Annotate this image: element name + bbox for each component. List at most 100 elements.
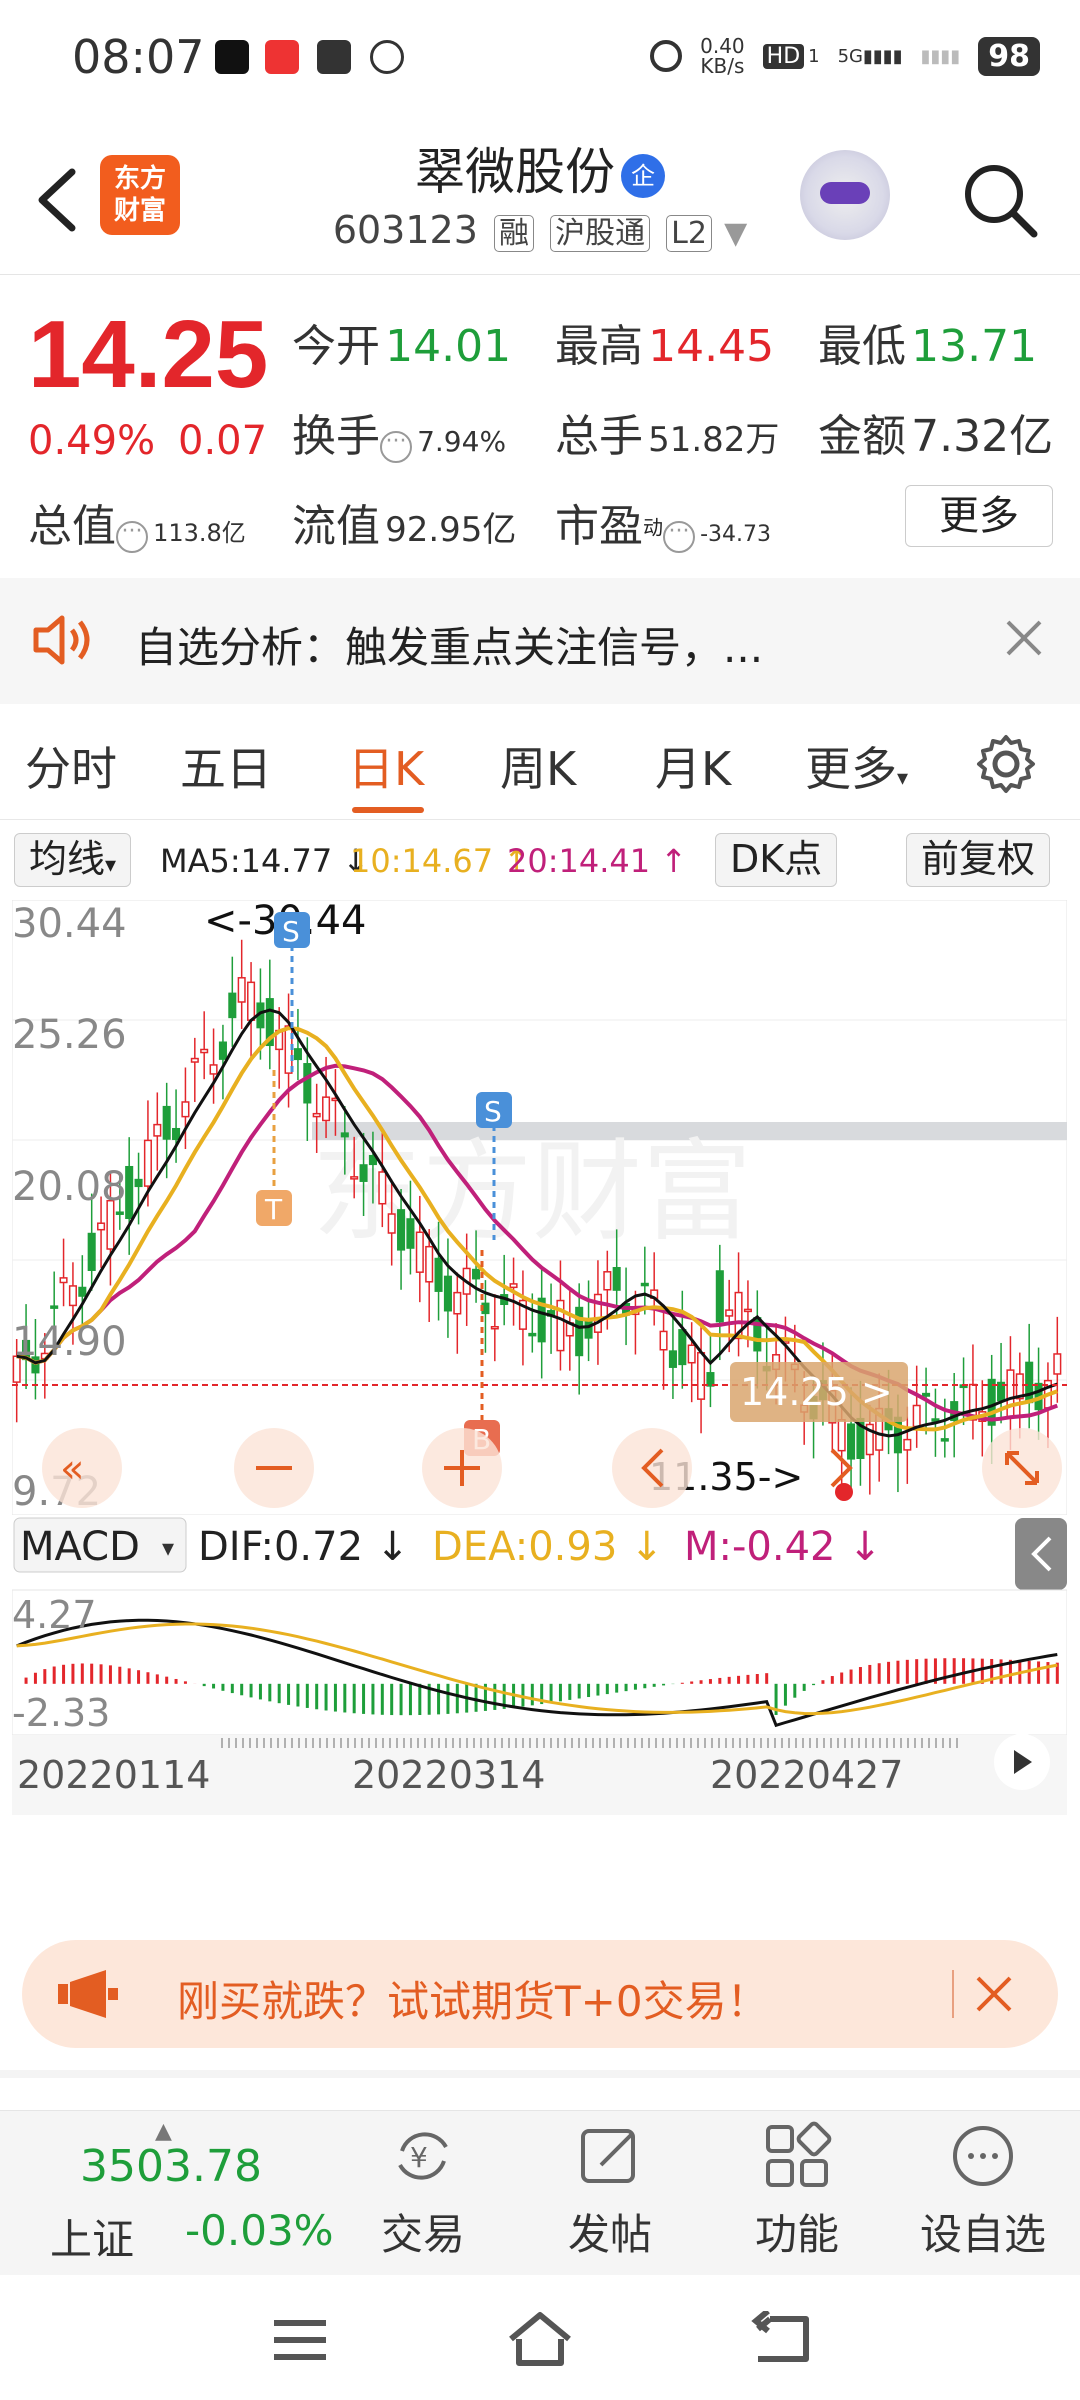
adjust-button[interactable]: 前复权	[906, 833, 1051, 887]
candle-body	[509, 1283, 518, 1289]
tab-more-label: 更多	[805, 742, 897, 796]
edit-icon	[581, 2129, 635, 2183]
kline-svg: 东方财富 30.44 25.26 20.08 14.90 9.72 <-30.4…	[11, 898, 1068, 1815]
nav-post[interactable]: 发帖	[535, 2121, 685, 2262]
candle-body	[406, 1218, 415, 1249]
watermark: 东方财富	[312, 1128, 752, 1256]
gear-icon[interactable]	[975, 733, 1037, 795]
collapse-panel-button[interactable]	[1015, 1518, 1067, 1590]
stock-code-line[interactable]: 603123 融 沪股通 L2 ▼	[0, 208, 1080, 252]
stock-title: 翠微股份企	[0, 132, 1080, 204]
candle-body	[359, 1164, 368, 1182]
date-label-1: 20220114	[17, 1753, 210, 1797]
candle-body	[678, 1329, 687, 1366]
home-icon[interactable]	[505, 2309, 575, 2369]
candle-body	[181, 1101, 190, 1118]
step-left-button[interactable]	[612, 1428, 692, 1508]
tab-weekly-k[interactable]: 周K	[500, 733, 576, 799]
info-dots-icon[interactable]: ···	[380, 430, 412, 463]
amount-value: 7.32亿	[911, 411, 1054, 462]
tab-five-day[interactable]: 五日	[180, 733, 272, 799]
battery-indicator: 98	[978, 36, 1040, 76]
sell-signal-text: S	[282, 915, 300, 948]
change-percent: 0.49%	[28, 418, 156, 464]
candle-body	[172, 1127, 181, 1141]
nav-functions[interactable]: 功能	[722, 2121, 872, 2262]
volume-label: 总手	[555, 411, 643, 462]
candle-body	[87, 1232, 96, 1271]
pe-field: 市盈动 ··· -34.73	[555, 490, 771, 554]
menu-icon[interactable]	[270, 2315, 330, 2365]
amount-field: 金额 7.32亿	[818, 400, 1053, 464]
nav-trade[interactable]: ¥ 交易	[348, 2121, 498, 2262]
close-icon[interactable]	[1000, 614, 1048, 662]
turnover-value: 7.94%	[417, 425, 507, 458]
last-price: 14.25	[28, 301, 269, 408]
candle-body	[190, 1057, 199, 1063]
nav-add-watchlist-label: 设自选	[919, 2210, 1046, 2259]
candle-body	[903, 1438, 912, 1451]
candle-body	[1053, 1353, 1062, 1375]
back-icon[interactable]	[750, 2311, 812, 2367]
pe-label: 市盈	[555, 501, 643, 552]
y-label-2: 25.26	[12, 1012, 127, 1058]
dif-value: DIF:0.72 ↓	[198, 1524, 409, 1570]
macd-bottom-label: -2.33	[12, 1691, 110, 1735]
macd-title: MACD	[20, 1524, 140, 1570]
analysis-notice[interactable]: 自选分析：触发重点关注信号，...	[0, 578, 1080, 704]
ma-selector[interactable]: 均线▾	[14, 833, 132, 887]
close-icon[interactable]	[972, 1972, 1016, 2016]
net-speed: 0.40 KB/s	[700, 36, 745, 76]
stock-header: 东方 财富 翠微股份企 603123 融 沪股通 L2 ▼	[0, 120, 1080, 275]
tab-more[interactable]: 更多▾	[805, 733, 908, 799]
candle-body	[162, 1105, 171, 1140]
candle-body	[68, 1285, 77, 1307]
nav-post-label: 发帖	[567, 2210, 652, 2259]
pe-value: -34.73	[700, 522, 772, 547]
index-value[interactable]: 3503.78	[80, 2141, 262, 2192]
ma5-value: MA5:14.77 ↓	[160, 842, 370, 880]
candle-body	[1006, 1369, 1015, 1418]
open-label: 今开	[292, 321, 380, 372]
tab-daily-k[interactable]: 日K	[348, 733, 424, 799]
signal2-icon: ▮▮▮▮	[920, 45, 961, 67]
stock-code: 603123	[332, 208, 478, 252]
turnover-label: 换手	[292, 411, 380, 462]
info-dots-icon[interactable]: ···	[663, 520, 695, 553]
nav-add-watchlist[interactable]: 设自选	[908, 2121, 1058, 2262]
info-dots-icon[interactable]: ···	[116, 520, 148, 553]
candle-body	[912, 1404, 921, 1428]
candle-body	[378, 1171, 387, 1205]
signal-label: 5G	[837, 45, 863, 67]
more-button[interactable]: 更多	[905, 485, 1053, 547]
net-speed-unit: KB/s	[700, 54, 745, 78]
search-icon[interactable]	[960, 160, 1040, 240]
notice-text: 自选分析：触发重点关注信号，...	[135, 623, 764, 672]
system-nav-bar	[0, 2275, 1080, 2400]
candle-body	[125, 1165, 134, 1220]
bottom-toolbar: ▲ 3503.78 上证 -0.03% ¥ 交易 发帖 功能 设自选	[0, 2110, 1080, 2275]
kline-chart[interactable]: 东方财富 30.44 25.26 20.08 14.90 9.72 <-30.4…	[11, 898, 1068, 1920]
index-name[interactable]: 上证	[50, 2206, 134, 2267]
y-label-3: 20.08	[12, 1164, 127, 1210]
t-signal-text: T	[264, 1193, 283, 1226]
dk-point-button[interactable]: DK点	[715, 833, 838, 887]
candle-body	[134, 1178, 143, 1188]
candle-body	[50, 1305, 59, 1309]
tab-intraday[interactable]: 分时	[25, 733, 117, 799]
candle-body	[668, 1350, 677, 1368]
candle-body	[237, 977, 246, 1003]
high-field: 最高 14.45	[555, 310, 774, 374]
float-value: 92.95亿	[385, 510, 517, 550]
app-notification-icon	[265, 40, 299, 74]
candle-body	[837, 1419, 846, 1452]
tab-monthly-k[interactable]: 月K	[655, 733, 731, 799]
pe-sup: 动	[643, 515, 663, 540]
link-icon	[370, 40, 404, 74]
futures-ad-banner[interactable]: 刚买就跌？试试期货T+0交易！	[22, 1940, 1058, 2048]
turnover-field: 换手 ··· 7.94%	[292, 400, 506, 464]
tag-connect: 沪股通	[550, 215, 651, 252]
macd-top-label: 4.27	[12, 1593, 97, 1637]
candle-body	[584, 1319, 593, 1339]
m-value: M:-0.42 ↓	[684, 1524, 882, 1570]
